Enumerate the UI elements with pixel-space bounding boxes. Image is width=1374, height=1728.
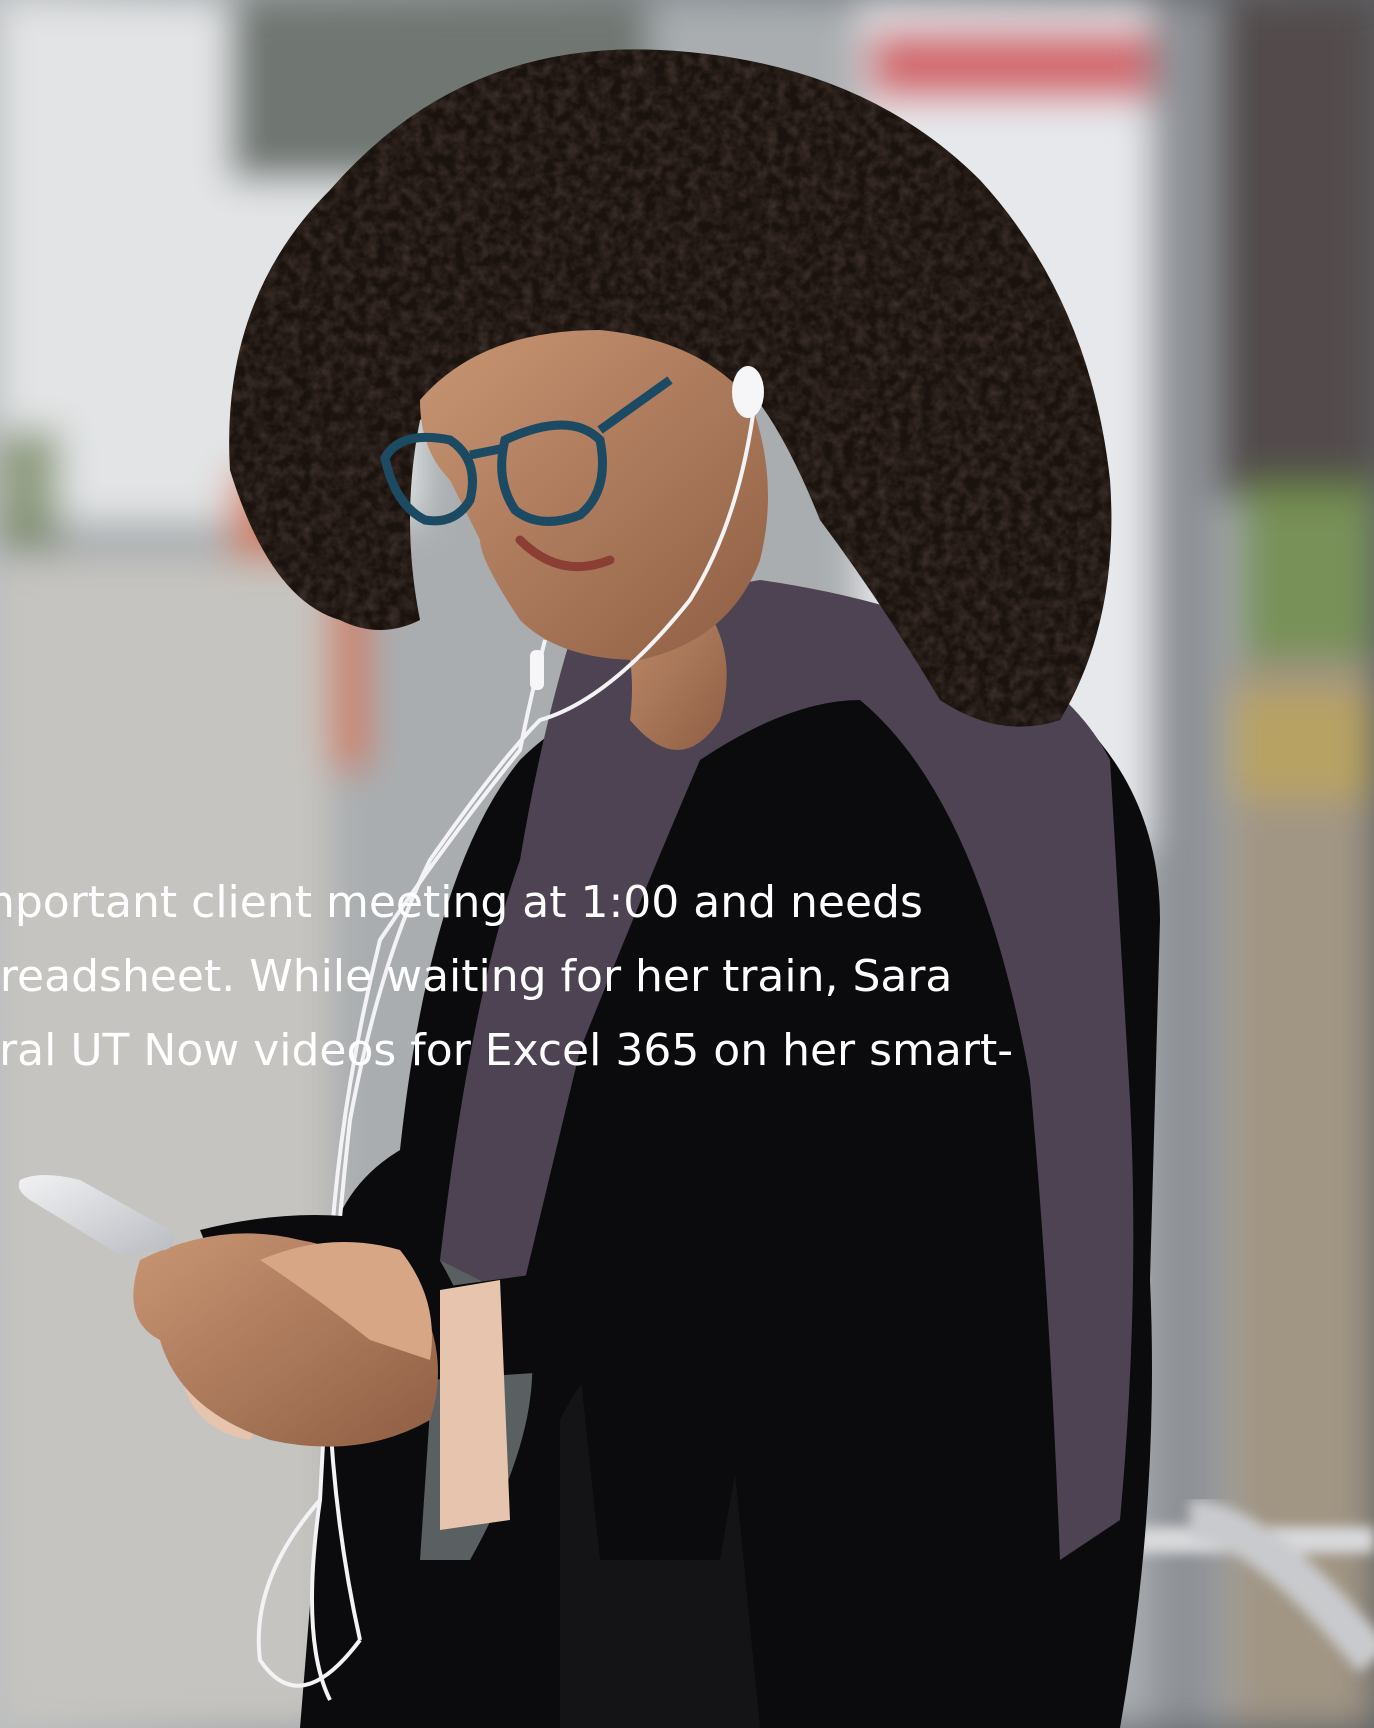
caption-line-1: mportant client meeting at 1:00 and need… <box>0 877 923 928</box>
caption-line-2: preadsheet. While waiting for her train,… <box>0 951 953 1002</box>
photo-woman-with-phone <box>0 0 1374 1728</box>
photo-scene: mportant client meeting at 1:00 and need… <box>0 0 1374 1728</box>
caption-text: mportant client meeting at 1:00 and need… <box>0 866 1172 1088</box>
caption-line-3: eral UT Now videos for Excel 365 on her … <box>0 1025 1014 1076</box>
